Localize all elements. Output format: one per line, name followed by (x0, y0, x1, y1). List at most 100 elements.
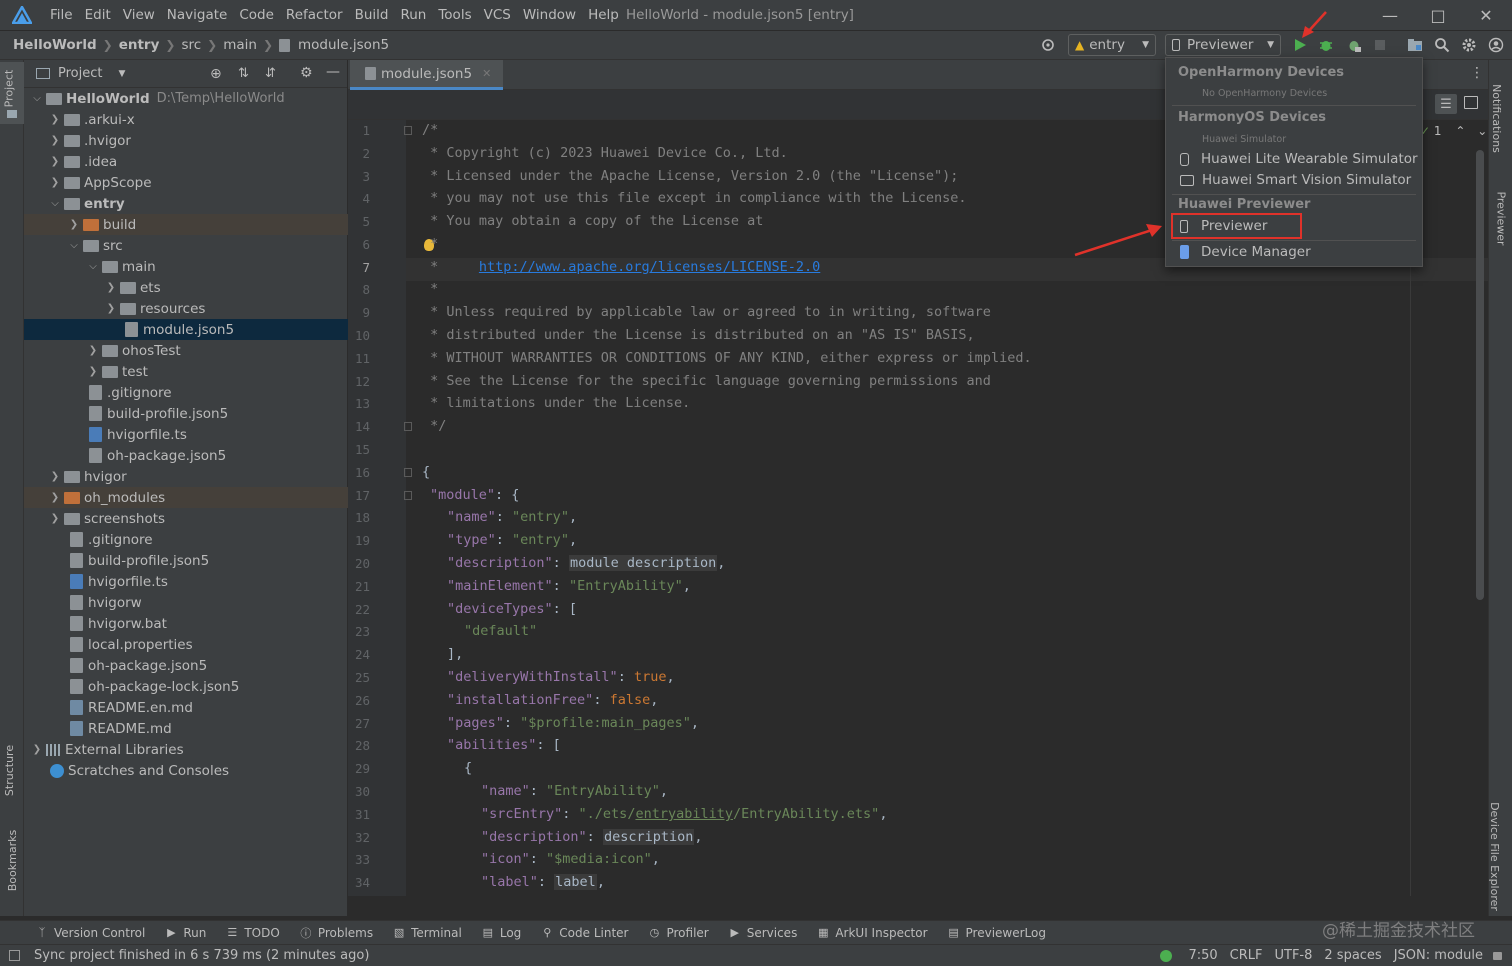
tree-item-module-json5[interactable]: module.json5 (24, 319, 348, 340)
fold-marker-icon[interactable] (404, 126, 412, 135)
menu-help[interactable]: Help (582, 0, 625, 30)
chevron-down-icon[interactable]: ▼ (118, 69, 125, 79)
project-tool-label[interactable]: Project (2, 70, 15, 108)
code-line[interactable]: * Copyright (c) 2023 Huawei Device Co., … (422, 145, 788, 161)
chevron-right-icon[interactable]: ❯ (30, 744, 44, 755)
tool-services[interactable]: ▶ Services (719, 926, 808, 940)
tree-item-src[interactable]: ⌵ src (24, 235, 348, 256)
hide-panel-icon[interactable]: — (326, 64, 340, 80)
code-line[interactable]: * WITHOUT WARRANTIES OR CONDITIONS OF AN… (422, 350, 1031, 366)
chevron-right-icon[interactable]: ❯ (67, 219, 81, 230)
close-window-button[interactable]: ✕ (1462, 0, 1510, 30)
code-line[interactable]: "description": description, (481, 829, 702, 845)
more-options-icon[interactable]: ⋮ (1470, 65, 1484, 81)
chevron-right-icon[interactable]: ❯ (48, 114, 62, 125)
chevron-right-icon[interactable]: ❯ (104, 282, 118, 293)
account-icon[interactable] (1484, 33, 1508, 57)
code-line[interactable]: "abilities": [ (447, 737, 561, 753)
search-icon[interactable] (1430, 33, 1454, 57)
tree-item-test[interactable]: ❯ test (24, 361, 348, 382)
minimize-button[interactable]: — (1366, 0, 1414, 30)
code-line[interactable]: * you may not use this file except in co… (422, 190, 966, 206)
structure-tool-label[interactable]: Structure (3, 745, 16, 796)
breadcrumb-main[interactable]: main (220, 37, 260, 53)
tree-item-entry-hvigorfile[interactable]: hvigorfile.ts (24, 424, 348, 445)
chevron-down-icon[interactable]: ⌵ (67, 240, 81, 251)
previewer-tool-label[interactable]: Previewer (1495, 191, 1508, 245)
tree-item-oh-package-lock[interactable]: oh-package-lock.json5 (24, 676, 348, 697)
json-schema[interactable]: JSON: module (1388, 948, 1489, 963)
tree-item-entry-oh-package[interactable]: oh-package.json5 (24, 445, 348, 466)
inspection-widget[interactable]: ✓ 1 ⌃ ⌄ (1420, 124, 1487, 138)
file-encoding[interactable]: UTF-8 (1268, 948, 1318, 963)
menu-tools[interactable]: Tools (432, 0, 477, 30)
menu-edit[interactable]: Edit (79, 0, 117, 30)
tool-previewer-log[interactable]: ▤ PreviewerLog (938, 926, 1056, 940)
code-line[interactable]: "name": "EntryAbility", (481, 783, 668, 799)
attach-debugger-button[interactable] (1342, 33, 1366, 57)
code-line[interactable]: * (422, 281, 438, 297)
breadcrumb-file[interactable]: module.json5 (295, 37, 392, 53)
chevron-right-icon[interactable]: ❯ (48, 471, 62, 482)
tree-item-hvigorw-bat[interactable]: hvigorw.bat (24, 613, 348, 634)
menu-build[interactable]: Build (349, 0, 395, 30)
device-file-explorer-tool-label[interactable]: Device File Explorer (1488, 802, 1501, 911)
tool-profiler[interactable]: ◷ Profiler (638, 926, 718, 940)
tool-arkui-inspector[interactable]: ▦ ArkUI Inspector (807, 926, 937, 940)
tool-log[interactable]: ▤ Log (472, 926, 531, 940)
menu-item-device-manager[interactable]: Device Manager (1166, 241, 1422, 263)
code-line[interactable]: "srcEntry": "./ets/entryability/EntryAbi… (481, 806, 887, 822)
line-separator[interactable]: CRLF (1224, 948, 1269, 963)
code-line[interactable]: * Licensed under the Apache License, Ver… (422, 168, 958, 184)
code-line[interactable]: /* (422, 122, 438, 138)
code-line[interactable]: "installationFree": false, (447, 692, 658, 708)
tree-item-screenshots[interactable]: ❯ screenshots (24, 508, 348, 529)
code-line[interactable]: "module": { (430, 487, 519, 503)
tree-item-hvigor-dir[interactable]: ❯ .hvigor (24, 130, 348, 151)
status-toggle-icon[interactable] (9, 950, 20, 961)
menu-item-vision-simulator[interactable]: Huawei Smart Vision Simulator (1166, 169, 1422, 191)
bookmarks-tool-label[interactable]: Bookmarks (6, 830, 19, 891)
code-line[interactable]: "deliveryWithInstall": true, (447, 669, 675, 685)
chevron-right-icon[interactable]: ❯ (86, 345, 100, 356)
vertical-scrollbar[interactable] (1476, 150, 1484, 600)
tree-item-arkui-x[interactable]: ❯ .arkui-x (24, 109, 348, 130)
code-line[interactable]: "description": module description, (447, 555, 725, 571)
menu-view[interactable]: View (117, 0, 161, 30)
code-line[interactable]: * Unless required by applicable law or a… (422, 304, 991, 320)
menu-run[interactable]: Run (394, 0, 432, 30)
code-line[interactable]: "name": "entry", (447, 509, 577, 525)
chevron-right-icon[interactable]: ❯ (48, 135, 62, 146)
code-line[interactable]: { (422, 464, 430, 480)
chevron-down-icon[interactable]: ⌵ (30, 93, 44, 104)
close-tab-icon[interactable]: ✕ (482, 67, 491, 80)
preview-view-icon[interactable] (1464, 96, 1478, 109)
menu-item-wearable-simulator[interactable]: Huawei Lite Wearable Simulator (1166, 148, 1422, 170)
tree-item-scratches[interactable]: Scratches and Consoles (24, 760, 348, 781)
tree-item-resources[interactable]: ❯ resources (24, 298, 348, 319)
chevron-right-icon[interactable]: ❯ (104, 303, 118, 314)
fold-marker-icon[interactable] (404, 422, 412, 431)
breadcrumb-src[interactable]: src (178, 37, 204, 53)
fold-marker-icon[interactable] (404, 468, 412, 477)
breadcrumb-module[interactable]: entry (116, 37, 163, 53)
tool-run[interactable]: ▶ Run (155, 926, 216, 940)
tree-item-readme[interactable]: README.md (24, 718, 348, 739)
tool-problems[interactable]: ⓘ Problems (290, 926, 383, 940)
status-ok-icon[interactable] (1160, 949, 1173, 962)
caret-position[interactable]: 7:50 (1182, 948, 1223, 963)
tool-terminal[interactable]: ▧ Terminal (383, 926, 472, 940)
chevron-right-icon[interactable]: ❯ (48, 177, 62, 188)
code-line[interactable]: "label": label, (481, 874, 605, 890)
menu-file[interactable]: File (44, 0, 79, 30)
code-line[interactable]: "pages": "$profile:main_pages", (447, 715, 699, 731)
tree-item-build[interactable]: ❯ build (24, 214, 348, 235)
code-line[interactable]: * (422, 236, 438, 252)
code-line[interactable]: "deviceTypes": [ (447, 601, 577, 617)
project-structure-icon[interactable] (1403, 33, 1427, 57)
code-line[interactable]: "icon": "$media:icon", (481, 851, 660, 867)
tree-item-gitignore[interactable]: .gitignore (24, 529, 348, 550)
module-select[interactable]: ▲ entry ▼ (1068, 34, 1156, 56)
menu-vcs[interactable]: VCS (478, 0, 517, 30)
chevron-right-icon[interactable]: ❯ (86, 366, 100, 377)
